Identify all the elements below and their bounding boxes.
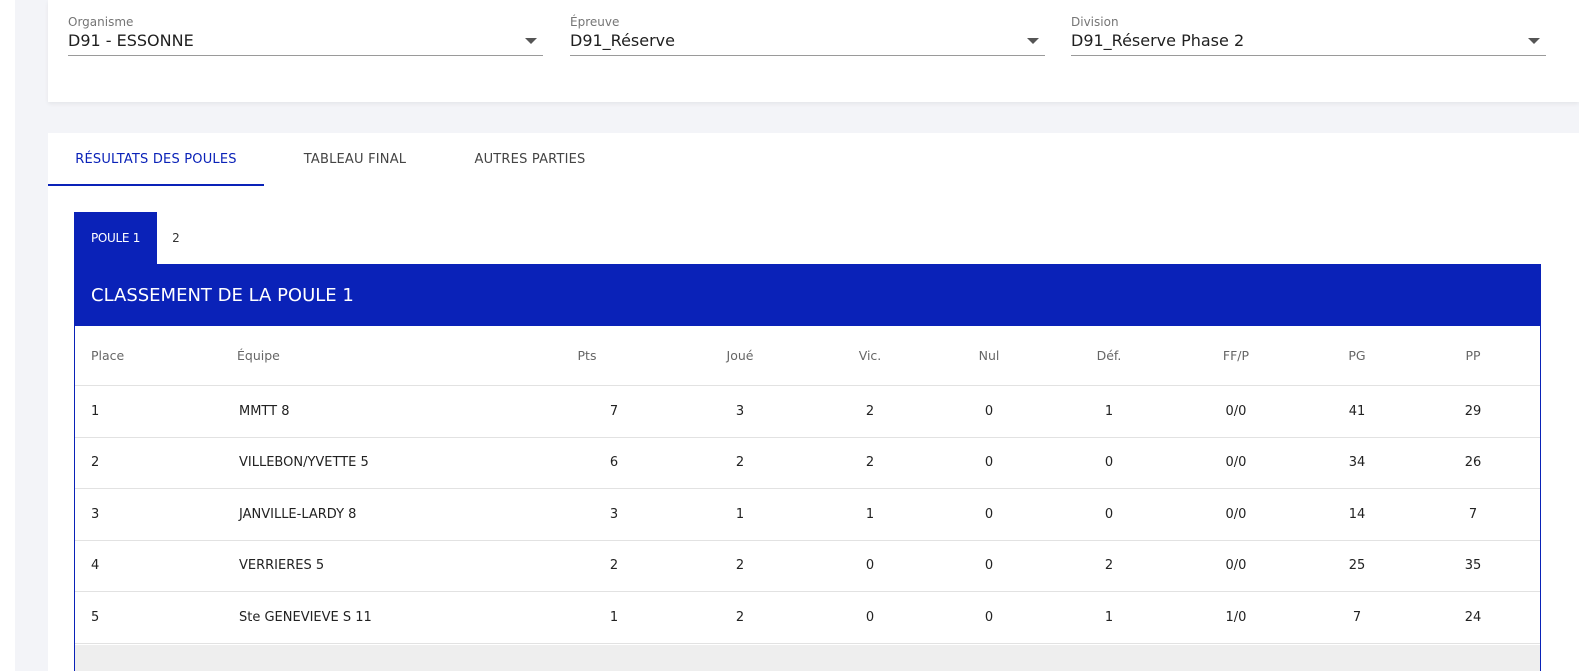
cell-equipe[interactable]: JANVILLE-LARDY 8 [239, 489, 356, 540]
cell-equipe[interactable]: VERRIERES 5 [239, 541, 324, 592]
cell-equipe[interactable]: MMTT 8 [239, 386, 290, 437]
cell-ffp: 0/0 [1225, 506, 1247, 522]
organisme-value: D91 - ESSONNE [68, 31, 194, 50]
cell-ffp: 1/0 [1225, 609, 1247, 625]
cell-pts: 6 [609, 455, 619, 471]
cell-nul: 0 [984, 506, 994, 522]
division-label: Division [1071, 15, 1119, 29]
cell-joue: 2 [735, 609, 745, 625]
poule-tab-1[interactable]: POULE 1 [74, 212, 157, 264]
table-header-row: Place Équipe Pts Joué Vic. Nul Déf. FF/P… [75, 326, 1540, 386]
epreuve-select[interactable]: Épreuve D91_Réserve [570, 14, 1045, 56]
results-card: RÉSULTATS DES POULES TABLEAU FINAL AUTRE… [48, 133, 1579, 671]
cell-vic: 0 [865, 558, 875, 574]
cell-nul: 0 [984, 455, 994, 471]
cell-pg: 34 [1348, 455, 1366, 471]
cell-pp: 26 [1464, 455, 1482, 471]
cell-nul: 0 [984, 558, 994, 574]
ranking-grid: Place Équipe Pts Joué Vic. Nul Déf. FF/P… [75, 326, 1540, 644]
left-sidebar-edge [0, 0, 15, 671]
cell-place: 2 [91, 455, 100, 471]
column-header: Nul [978, 348, 1000, 363]
cell-pg: 7 [1352, 609, 1362, 625]
cell-vic: 2 [865, 455, 875, 471]
tab-tableau-final[interactable]: TABLEAU FINAL [264, 133, 446, 186]
dropdown-arrow-icon[interactable] [1027, 38, 1039, 44]
cell-pp: 24 [1464, 609, 1482, 625]
column-header: Joué [726, 348, 754, 363]
table-row: 2 VILLEBON/YVETTE 5 6 2 2 0 0 0/0 34 26 [75, 438, 1540, 489]
cell-place: 4 [91, 558, 100, 574]
cell-pg: 14 [1348, 506, 1366, 522]
column-header: Vic. [858, 348, 882, 363]
cell-nul: 0 [984, 609, 994, 625]
cell-vic: 1 [865, 506, 875, 522]
cell-def: 1 [1104, 609, 1114, 625]
cell-ffp: 0/0 [1225, 558, 1247, 574]
division-value: D91_Réserve Phase 2 [1071, 31, 1245, 50]
column-header: PG [1348, 348, 1366, 363]
organisme-select[interactable]: Organisme D91 - ESSONNE [68, 14, 543, 56]
cell-pts: 7 [609, 403, 619, 419]
column-header: PP [1465, 348, 1481, 363]
next-section-strip [75, 645, 1540, 671]
table-row: 4 VERRIERES 5 2 2 0 0 2 0/0 25 35 [75, 541, 1540, 592]
cell-place: 3 [91, 506, 100, 522]
column-header: Déf. [1096, 348, 1122, 363]
cell-def: 0 [1104, 506, 1114, 522]
ranking-title: CLASSEMENT DE LA POULE 1 [75, 264, 1540, 326]
cell-pts: 2 [609, 558, 619, 574]
dropdown-arrow-icon[interactable] [1528, 38, 1540, 44]
cell-ffp: 0/0 [1225, 403, 1247, 419]
poule-tab-2[interactable]: 2 [157, 212, 195, 264]
cell-nul: 0 [984, 403, 994, 419]
cell-pts: 3 [609, 506, 619, 522]
cell-pg: 41 [1348, 403, 1366, 419]
cell-pts: 1 [609, 609, 619, 625]
cell-joue: 3 [735, 403, 745, 419]
results-tabs: RÉSULTATS DES POULES TABLEAU FINAL AUTRE… [48, 133, 1579, 186]
column-header: FF/P [1222, 348, 1250, 363]
filter-card: Organisme D91 - ESSONNE Épreuve D91_Rése… [48, 0, 1579, 102]
cell-def: 0 [1104, 455, 1114, 471]
epreuve-value: D91_Réserve [570, 31, 675, 50]
organisme-label: Organisme [68, 15, 134, 29]
cell-vic: 2 [865, 403, 875, 419]
cell-vic: 0 [865, 609, 875, 625]
cell-joue: 2 [735, 558, 745, 574]
ranking-table: CLASSEMENT DE LA POULE 1 Place Équipe Pt… [74, 264, 1541, 671]
table-row: 3 JANVILLE-LARDY 8 3 1 1 0 0 0/0 14 7 [75, 489, 1540, 541]
cell-def: 2 [1104, 558, 1114, 574]
dropdown-arrow-icon[interactable] [525, 38, 537, 44]
cell-joue: 1 [735, 506, 745, 522]
cell-ffp: 0/0 [1225, 455, 1247, 471]
cell-equipe[interactable]: Ste GENEVIEVE S 11 [239, 592, 372, 643]
division-select[interactable]: Division D91_Réserve Phase 2 [1071, 14, 1546, 56]
cell-place: 5 [91, 609, 100, 625]
table-row: 5 Ste GENEVIEVE S 11 1 2 0 0 1 1/0 7 24 [75, 592, 1540, 644]
column-header: Équipe [237, 348, 280, 363]
epreuve-label: Épreuve [570, 15, 620, 29]
cell-def: 1 [1104, 403, 1114, 419]
column-header: Pts [577, 348, 597, 363]
cell-equipe[interactable]: VILLEBON/YVETTE 5 [239, 438, 369, 489]
table-row: 1 MMTT 8 7 3 2 0 1 0/0 41 29 [75, 386, 1540, 438]
cell-pp: 29 [1464, 403, 1482, 419]
tab-autres-parties[interactable]: AUTRES PARTIES [446, 133, 614, 186]
cell-joue: 2 [735, 455, 745, 471]
cell-pp: 35 [1464, 558, 1482, 574]
tab-resultats-des-poules[interactable]: RÉSULTATS DES POULES [48, 133, 264, 186]
cell-pp: 7 [1468, 506, 1478, 522]
cell-place: 1 [91, 403, 100, 419]
cell-pg: 25 [1348, 558, 1366, 574]
column-header: Place [91, 348, 125, 363]
